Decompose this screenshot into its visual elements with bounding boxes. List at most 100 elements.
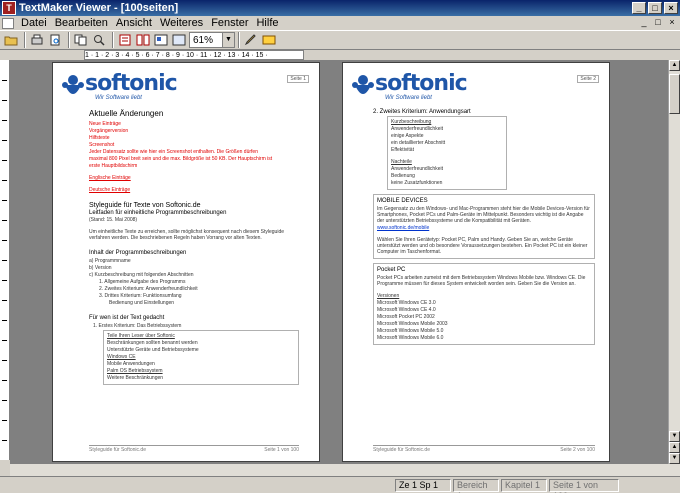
horizontal-ruler[interactable]: 1 · 1 · 2 · 3 · 4 · 5 · 6 · 7 · 8 · 9 · … — [84, 50, 304, 60]
toc-item: a) Programmname — [89, 258, 131, 264]
scrollbar-thumb[interactable] — [669, 74, 680, 114]
intro-paragraph: Um einheitliche Texte zu erreichen, soll… — [89, 229, 285, 241]
list-item: Anwenderfreundlichkeit — [391, 126, 443, 132]
page-content: 2. Zweites Kriterium: Anwendungsart Kurz… — [373, 109, 595, 349]
list-item: Anwenderfreundlichkeit — [391, 166, 443, 172]
ruler-tick — [2, 340, 7, 341]
list-item: keine Zusatzfunktionen — [391, 180, 443, 186]
print-preview-icon[interactable] — [47, 32, 63, 48]
red-link-english[interactable]: Englische Einträge — [89, 175, 299, 181]
menu-ansicht[interactable]: Ansicht — [112, 17, 156, 29]
ruler-tick — [2, 400, 7, 401]
find-icon[interactable] — [91, 32, 107, 48]
doc-minimize-button[interactable]: _ — [638, 17, 650, 29]
red-text-line: Vorgängerversion — [89, 128, 129, 134]
options-icon[interactable] — [261, 32, 277, 48]
menu-hilfe[interactable]: Hilfe — [252, 17, 282, 29]
red-link-german[interactable]: Deutsche Einträge — [89, 187, 299, 193]
ruler-tick — [2, 160, 7, 161]
list-item: Effektivität — [391, 147, 414, 153]
menu-datei[interactable]: Datei — [17, 17, 51, 29]
page-up-icon[interactable]: ▲ — [669, 442, 680, 453]
menu-bearbeiten[interactable]: Bearbeiten — [51, 17, 112, 29]
zoom-icon[interactable] — [153, 32, 169, 48]
status-chapter: Kapitel 1 — [501, 478, 547, 492]
ruler-tick — [2, 140, 7, 141]
vertical-scrollbar[interactable]: ▲ ▼ ▲ ▼ — [668, 60, 680, 464]
vertical-ruler[interactable] — [0, 60, 10, 460]
zoom-select[interactable]: 61% ▼ — [189, 32, 235, 48]
textmaker-app-icon[interactable]: T — [2, 1, 16, 15]
version-item: Microsoft Windows CE 4.0 — [377, 307, 436, 313]
document-icon[interactable] — [2, 17, 14, 29]
close-button[interactable]: × — [664, 2, 678, 14]
toolbar-separator — [24, 32, 26, 48]
softonic-logo: softonic Wir Software liebt — [61, 71, 178, 103]
styleguide-date: (Stand: 15. Mai 2008) — [89, 217, 138, 223]
toc-item: b) Version — [89, 265, 112, 271]
mobile-devices-box: MOBILE DEVICES Im Gegensatz zu den Windo… — [373, 194, 595, 259]
chevron-down-icon[interactable]: ▼ — [222, 33, 234, 47]
footer-left: Styleguide für Softonic.de — [89, 447, 146, 453]
toc-item: 1. Allgemeine Aufgabe des Programms — [99, 279, 186, 285]
toolbar-separator — [112, 32, 114, 48]
styleguide-subtitle: Leitfaden für einheitliche Programmbesch… — [89, 210, 227, 216]
two-page-view-icon[interactable] — [135, 32, 151, 48]
footer-left: Styleguide für Softonic.de — [373, 447, 430, 453]
audience-heading: Für wen ist der Text gedacht — [89, 315, 165, 321]
page-2[interactable]: softonic Wir Software liebt Seite 2 2. Z… — [342, 62, 610, 462]
versions-title: Versionen — [377, 293, 400, 299]
scroll-up-icon[interactable]: ▲ — [669, 60, 680, 71]
criteria-line: 1. Erstes Kriterium: Das Betriebssystem — [93, 323, 182, 329]
copy-icon[interactable] — [73, 32, 89, 48]
horizontal-scrollbar[interactable] — [10, 464, 680, 476]
status-section: Bereich 1 — [453, 478, 499, 493]
pocket-text: Pocket PCs arbeiten zumeist mit dem Betr… — [377, 275, 586, 287]
status-page: Seite 1 von 100 — [549, 478, 619, 493]
menu-fenster[interactable]: Fenster — [207, 17, 252, 29]
red-text-line: Jeder Datensatz sollte wie hier ein Scre… — [89, 149, 258, 155]
version-item: Microsoft Pocket PC 2002 — [377, 314, 435, 320]
print-icon[interactable] — [29, 32, 45, 48]
ruler-tick — [2, 300, 7, 301]
page-down-icon[interactable]: ▼ — [669, 453, 680, 464]
list-item: Mobile Anwendungen — [107, 361, 155, 367]
open-folder-icon[interactable] — [3, 32, 19, 48]
logo-slogan: Wir Software liebt — [385, 95, 432, 101]
doc-close-button[interactable]: × — [666, 17, 678, 29]
page-footer: Styleguide für Softonic.de Seite 2 von 1… — [373, 445, 595, 453]
ruler-tick — [2, 100, 7, 101]
ruler-tick — [2, 280, 7, 281]
toc-heading: Inhalt der Programmbeschreibungen — [89, 250, 187, 256]
toc-item: Bedienung und Einstellungen — [109, 300, 175, 306]
cursor-position: Ze 1 Sp 1 — [395, 478, 451, 492]
ruler-tick — [2, 260, 7, 261]
page-1[interactable]: softonic Wir Software liebt Seite 1 Aktu… — [52, 62, 320, 462]
logo-slogan: Wir Software liebt — [95, 95, 142, 101]
list-item: Beschränkungen sollten benannt werden — [107, 340, 198, 346]
ruler-tick — [2, 80, 7, 81]
scroll-down-icon[interactable]: ▼ — [669, 431, 680, 442]
pencil-icon[interactable] — [243, 32, 259, 48]
doc-restore-button[interactable]: □ — [652, 17, 664, 29]
styleguide-title: Styleguide für Texte von Softonic.de — [89, 202, 201, 209]
zoom-value: 61% — [193, 34, 214, 46]
red-text-line: Screenshot — [89, 142, 115, 148]
version-item: Microsoft Windows Mobile 5.0 — [377, 328, 444, 334]
maximize-button[interactable]: □ — [648, 2, 662, 14]
status-bar: Ze 1 Sp 1 Bereich 1 Kapitel 1 Seite 1 vo… — [0, 476, 680, 493]
version-item: Microsoft Windows CE 3.0 — [377, 300, 436, 306]
mobile-link[interactable]: www.softonic.de/mobile — [377, 225, 591, 231]
mobile-text-2: Wählen Sie Ihren Gerätetyp: Pocket PC, P… — [377, 237, 588, 255]
box-title: Kurzbeschreibung — [391, 119, 432, 125]
document-workspace[interactable]: softonic Wir Software liebt Seite 1 Aktu… — [10, 60, 668, 464]
minimize-button[interactable]: _ — [632, 2, 646, 14]
fullscreen-icon[interactable] — [171, 32, 187, 48]
menu-weiteres[interactable]: Weiteres — [156, 17, 207, 29]
ruler-tick — [2, 200, 7, 201]
criterion-line: 2. Zweites Kriterium: Anwendungsart — [373, 109, 471, 115]
ruler-tick — [2, 120, 7, 121]
criteria-box: Teile Ihren Leser über Softonic Beschrän… — [103, 330, 299, 385]
page-view-icon[interactable] — [117, 32, 133, 48]
criteria-box: Kurzbeschreibung Anwenderfreundlichkeit … — [387, 116, 507, 190]
